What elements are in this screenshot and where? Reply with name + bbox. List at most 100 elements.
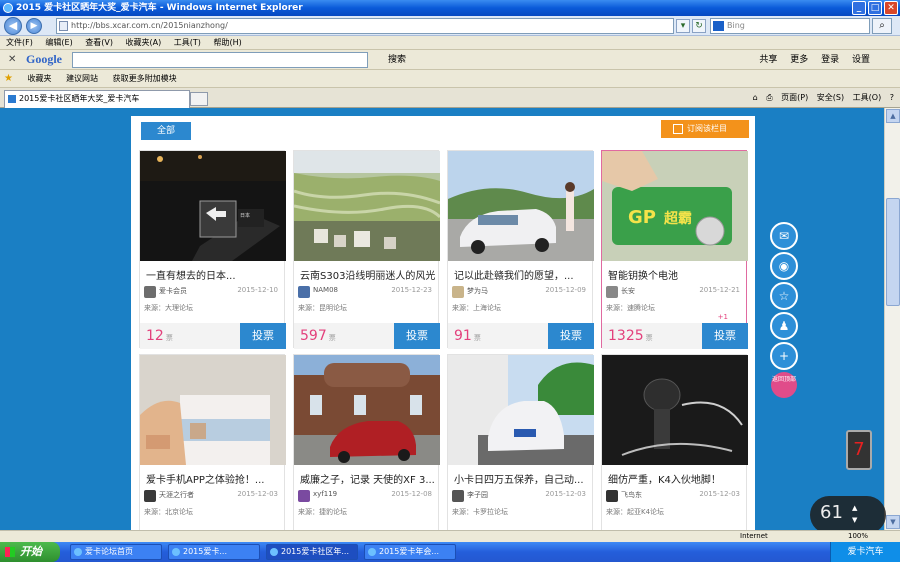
vote-button[interactable]: 投票 [702, 323, 748, 349]
post-photo[interactable] [602, 355, 748, 465]
post-title[interactable]: 一直有想去的日本... [146, 267, 282, 282]
print-icon[interactable]: ⎙ [766, 93, 772, 102]
zoom-level[interactable]: 100% [848, 531, 868, 542]
tab-label: 2015爱卡社区晒年大奖_爱卡汽车 [19, 94, 140, 103]
avatar[interactable] [452, 490, 464, 502]
back-button[interactable]: ◀ [4, 17, 22, 35]
favorites-button[interactable]: 收藏夹 [28, 74, 52, 83]
post-title[interactable]: 记以此赴赣我们的愿望，... [454, 267, 590, 282]
avatar[interactable] [144, 490, 156, 502]
post-title[interactable]: 细仿严重，K4入伙地脚！ [608, 471, 744, 486]
post-card[interactable]: 威廉之子，记录 天使的XF 3... xyf119 2015-12-08 来源：… [293, 354, 440, 530]
post-card[interactable]: 小卡日四万五保养，自己动... 李子园 2015-12-03 来源：卡罗拉论坛 [447, 354, 594, 530]
post-card[interactable]: 记以此赴赣我们的愿望，... 梦为马 2015-12-09 来源：上海论坛 91… [447, 150, 594, 349]
google-search-button[interactable]: 搜索 [384, 52, 410, 68]
cmd-safety[interactable]: 安全(S) [817, 93, 844, 102]
avatar[interactable] [606, 286, 618, 298]
compat-view-icon[interactable]: ▾ [676, 19, 690, 33]
favorite-star-icon[interactable]: ☆ [770, 282, 798, 310]
post-photo[interactable]: GP 超霸 [602, 151, 748, 261]
speed-gauge-widget[interactable]: 61 ▲ ▼ [810, 496, 886, 534]
wechat-share-icon[interactable]: ✉ [770, 222, 798, 250]
menu-tools[interactable]: 工具(T) [174, 36, 201, 50]
vote-button[interactable]: 投票 [394, 323, 440, 349]
taskbar-item[interactable]: 2015爱卡年会... [364, 544, 456, 560]
weibo-share-icon[interactable]: ◉ [770, 252, 798, 280]
cmd-page[interactable]: 页面(P) [781, 93, 808, 102]
home-icon[interactable]: ⌂ [753, 93, 758, 102]
taskbar-item[interactable]: 2015爱卡... [168, 544, 260, 560]
post-title[interactable]: 威廉之子，记录 天使的XF 3... [300, 471, 436, 486]
share-item[interactable]: 共享 [759, 55, 777, 65]
plus-icon[interactable]: + [770, 342, 798, 370]
new-tab-button[interactable] [190, 92, 208, 106]
post-photo[interactable] [140, 355, 286, 465]
menu-favorites[interactable]: 收藏夹(A) [126, 36, 162, 50]
minimize-button[interactable]: _ [852, 1, 866, 15]
vote-button[interactable]: 投票 [240, 323, 286, 349]
post-user[interactable]: 李子园 [467, 490, 488, 500]
taskbar-item[interactable]: 2015爱卡社区年... [266, 544, 358, 560]
back-to-top-button[interactable]: 返回顶部 [771, 372, 797, 398]
suggested-sites[interactable]: 建议网站 [66, 74, 98, 83]
post-title[interactable]: 小卡日四万五保养，自己动... [454, 471, 590, 486]
post-user[interactable]: 飞鸟东 [621, 490, 642, 500]
qq-share-icon[interactable]: ♟ [770, 312, 798, 340]
vertical-scrollbar[interactable]: ▲ ▼ [884, 108, 900, 530]
close-toolbar-icon[interactable]: ✕ [8, 54, 16, 65]
post-photo[interactable]: 日本 [140, 151, 286, 261]
refresh-icon[interactable]: ↻ [692, 19, 706, 33]
post-user[interactable]: 梦为马 [467, 286, 488, 296]
subscribe-button[interactable]: 订阅该栏目 [661, 120, 749, 138]
search-input[interactable]: Bing [710, 18, 870, 34]
menu-edit[interactable]: 编辑(E) [45, 36, 72, 50]
post-photo[interactable] [294, 355, 440, 465]
post-title[interactable]: 爱卡手机APP之体验抢！... [146, 471, 282, 486]
start-button[interactable]: 开始 [0, 542, 60, 562]
settings-item[interactable]: 设置 [852, 55, 870, 65]
url-input[interactable]: http://bbs.xcar.com.cn/2015nianzhong/ [56, 18, 674, 34]
post-photo[interactable] [448, 151, 594, 261]
post-title[interactable]: 智能钥换个电池 [608, 267, 744, 282]
login-item[interactable]: 登录 [821, 55, 839, 65]
post-user[interactable]: 爱卡会员 [159, 286, 187, 296]
menu-help[interactable]: 帮助(H) [213, 36, 241, 50]
close-button[interactable]: ✕ [884, 1, 898, 15]
avatar[interactable] [452, 286, 464, 298]
google-search-input[interactable] [72, 52, 368, 68]
post-card[interactable]: 云南S303沿线明丽迷人的风光 NAM08 2015-12-23 来源：昆明论坛… [293, 150, 440, 349]
vote-button[interactable]: 投票 [548, 323, 594, 349]
scroll-down-icon[interactable]: ▼ [886, 515, 900, 529]
scroll-up-icon[interactable]: ▲ [886, 109, 900, 123]
post-user[interactable]: 天涯之行者 [159, 490, 194, 500]
avatar[interactable] [606, 490, 618, 502]
get-addons[interactable]: 获取更多附加模块 [113, 74, 177, 83]
desktop-widget[interactable]: 7 [846, 430, 872, 470]
post-user[interactable]: xyf119 [313, 490, 337, 498]
forward-button[interactable]: ▶ [26, 18, 42, 34]
more-item[interactable]: 更多 [790, 55, 808, 65]
maximize-button[interactable]: □ [868, 1, 882, 15]
all-filter-button[interactable]: 全部 [141, 122, 191, 140]
post-photo[interactable] [294, 151, 440, 261]
avatar[interactable] [298, 286, 310, 298]
post-user[interactable]: 长安 [621, 286, 635, 296]
scroll-thumb[interactable] [886, 198, 900, 306]
post-card[interactable]: GP 超霸 智能钥换个电池 长安 2015-12-21 来源：速腾论坛 +1 1… [601, 150, 748, 349]
avatar[interactable] [298, 490, 310, 502]
post-card[interactable]: 细仿严重，K4入伙地脚！ 飞鸟东 2015-12-03 来源：起亚K4论坛 [601, 354, 748, 530]
search-button[interactable]: ⌕ [872, 18, 892, 34]
cmd-tools[interactable]: 工具(O) [853, 93, 882, 102]
post-user[interactable]: NAM08 [313, 286, 338, 294]
help-icon[interactable]: ? [890, 93, 894, 102]
tab-current[interactable]: 2015爱卡社区晒年大奖_爱卡汽车 [4, 90, 190, 108]
taskbar-item[interactable]: 爱卡论坛首页 [70, 544, 162, 560]
system-tray[interactable]: 爱卡汽车 [830, 542, 900, 562]
menu-file[interactable]: 文件(F) [6, 36, 33, 50]
post-card[interactable]: 爱卡手机APP之体验抢！... 天涯之行者 2015-12-03 来源：北京论坛 [139, 354, 286, 530]
post-card[interactable]: 日本 一直有想去的日本... 爱卡会员 2015-12-10 来源：大理论坛 1… [139, 150, 286, 349]
post-photo[interactable] [448, 355, 594, 465]
menu-view[interactable]: 查看(V) [85, 36, 113, 50]
avatar[interactable] [144, 286, 156, 298]
post-title[interactable]: 云南S303沿线明丽迷人的风光 [300, 267, 436, 282]
